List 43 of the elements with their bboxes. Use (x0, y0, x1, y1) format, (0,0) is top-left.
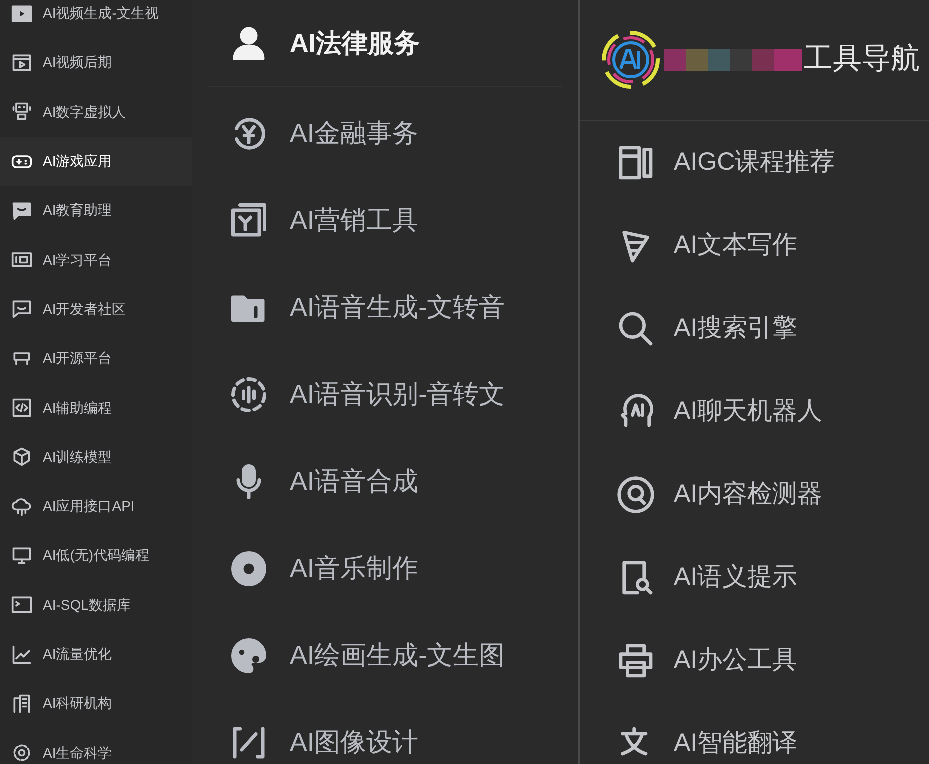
menu-item[interactable]: AI音乐制作 (208, 525, 562, 612)
menu-item[interactable]: AI低(无)代码编程 (0, 531, 192, 581)
menu-item[interactable]: AI法律服务 (208, 0, 562, 87)
menu-item[interactable]: AI聊天机器人 (616, 370, 929, 453)
menu-item[interactable]: AI开发者社区 (0, 284, 192, 334)
menu-item[interactable]: AI语音生成-文转音 (208, 264, 562, 351)
menu-item[interactable]: AI语义提示 (616, 536, 929, 619)
chart-icon (11, 644, 33, 666)
menu-item[interactable]: AI学习平台 (0, 235, 192, 285)
site-title: 工具导航 (804, 42, 920, 78)
menu-item[interactable]: AI办公工具 (616, 619, 929, 702)
message-icon (11, 298, 33, 320)
cloud-icon (11, 496, 33, 518)
menu-item[interactable]: AI绘画生成-文生图 (208, 612, 562, 699)
menu-item[interactable]: AI搜索引擎 (616, 287, 929, 370)
code-icon (11, 397, 33, 420)
logo-icon (600, 29, 662, 91)
menu-item[interactable]: AI生命科学 (0, 728, 192, 764)
menu-item[interactable]: AIGC课程推荐 (616, 121, 929, 204)
menu-item[interactable]: AI语音识别-音转文 (208, 351, 562, 438)
detector-icon (616, 474, 656, 514)
menu-item[interactable]: AI-SQL数据库 (0, 580, 192, 630)
menu-item[interactable]: AI数字虚拟人 (0, 88, 192, 137)
menu-item[interactable]: AI视频生成-文生视 (0, 0, 192, 38)
menu-item[interactable]: AI流量优化 (0, 630, 192, 680)
menu-item[interactable]: AI智能翻译 (616, 702, 929, 764)
cube-icon (11, 446, 33, 468)
menu-item[interactable]: AI教育助理 (0, 186, 192, 236)
menu-item[interactable]: AI营销工具 (208, 177, 562, 264)
menu-item[interactable]: AI内容检测器 (616, 453, 929, 536)
menu-item[interactable]: AI文本写作 (616, 204, 929, 287)
menu-item[interactable]: AI金融事务 (208, 90, 562, 177)
robot-icon (11, 101, 33, 124)
menu-item[interactable]: AI视频后期 (0, 38, 192, 88)
menu-item[interactable]: AI辅助编程 (0, 383, 192, 433)
menu-item[interactable]: AI训练模型 (0, 432, 192, 482)
menu-item[interactable]: AI图像设计 (208, 699, 562, 764)
menu-item[interactable]: AI科研机构 (0, 679, 192, 728)
menu-item[interactable]: AI语音合成 (208, 438, 562, 525)
menu-item[interactable]: AI游戏应用 (0, 136, 192, 186)
menu-item[interactable]: AI应用接口API (0, 482, 192, 532)
menu-item[interactable]: AI开源平台 (0, 334, 192, 384)
terminal-icon (11, 594, 33, 616)
